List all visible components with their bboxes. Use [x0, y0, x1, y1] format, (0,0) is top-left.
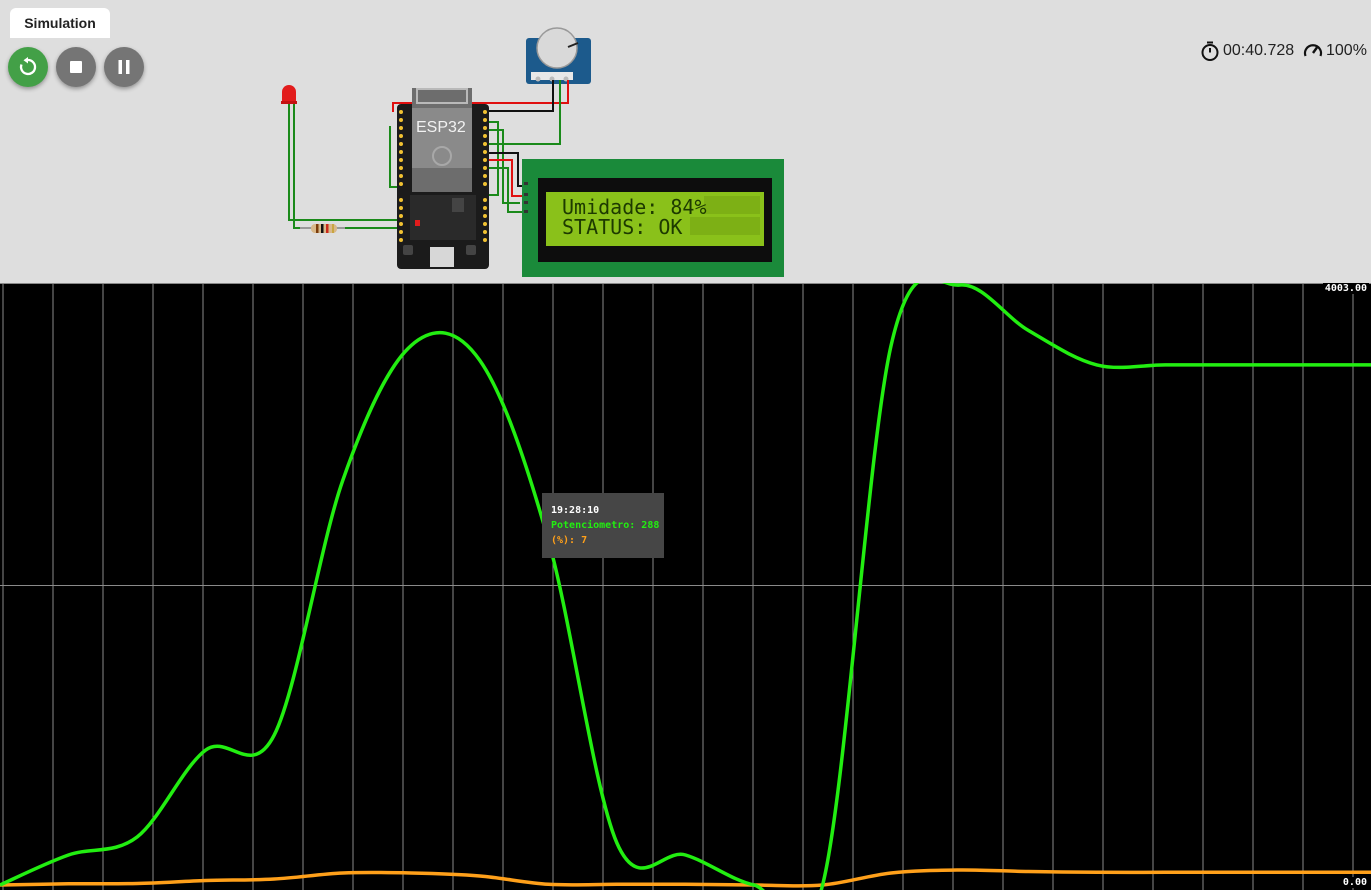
circuit-diagram [281, 27, 784, 277]
lcd-display-text: Umidade: 84% STATUS: OK [562, 197, 707, 237]
esp32-label: ESP32 [416, 119, 466, 136]
plot-grid [0, 283, 1371, 890]
timer-value: 00:40.728 [1223, 42, 1295, 59]
tooltip-potentiometer: Potenciometro: 288 [551, 520, 660, 531]
y-min-label: 0.00 [1340, 877, 1369, 888]
series-line-potenciometro [0, 283, 1371, 890]
lcd-line-1: Umidade: 84% [562, 195, 707, 219]
stop-button[interactable] [56, 47, 96, 87]
speedometer-icon [1303, 44, 1323, 57]
simulation-canvas[interactable]: Simulation 00:40.728 100% ESP32 Umidade:… [0, 0, 1371, 284]
simulation-timer: 00:40.728 [1199, 39, 1294, 63]
pause-icon [118, 60, 130, 74]
tab-simulation-label: Simulation [24, 15, 96, 31]
potentiometer[interactable] [526, 27, 591, 84]
tab-simulation[interactable]: Simulation [10, 8, 110, 38]
speed-value: 100% [1326, 42, 1367, 59]
resistor[interactable] [300, 224, 345, 233]
esp32-board[interactable] [397, 88, 489, 269]
restart-icon [19, 57, 37, 76]
stop-icon [70, 61, 82, 73]
lcd-line-2: STATUS: OK [562, 215, 683, 239]
plot-tooltip: 19:28:10 Potenciometro: 288 (%): 7 [542, 493, 664, 558]
tooltip-percent: (%): 7 [551, 535, 588, 546]
pause-button[interactable] [104, 47, 144, 87]
plot-series [0, 283, 1371, 890]
series-line-percent [0, 868, 1371, 888]
led-red[interactable] [281, 85, 297, 104]
stopwatch-icon [1201, 41, 1219, 61]
tooltip-time: 19:28:10 [551, 505, 600, 516]
y-max-label: 4003.00 [1322, 283, 1369, 294]
restart-button[interactable] [8, 47, 48, 87]
plotter-chart [0, 283, 1371, 890]
simulation-speed: 100% [1302, 39, 1367, 63]
serial-plotter[interactable]: 4003.00 0.00 [0, 283, 1371, 890]
